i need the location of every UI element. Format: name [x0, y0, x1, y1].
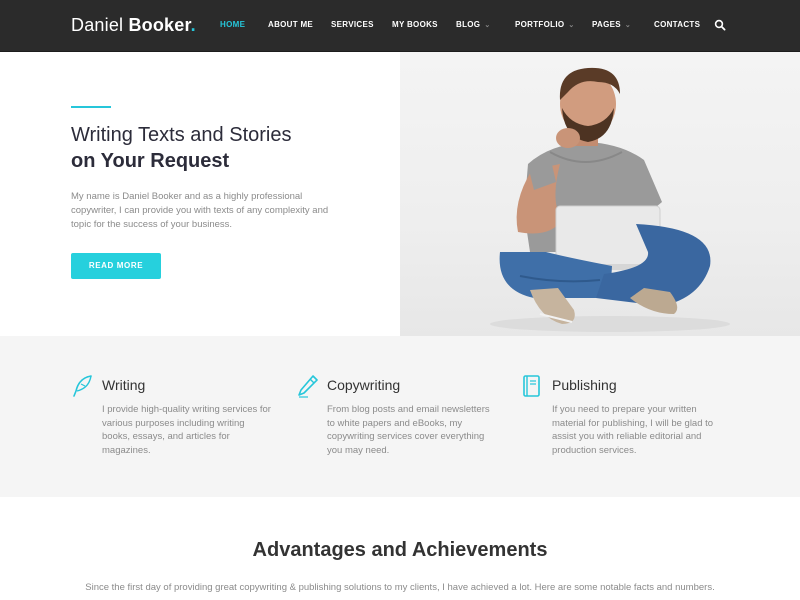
- advantages-description: Since the first day of providing great c…: [85, 582, 715, 593]
- nav-item-portfolio[interactable]: PORTFOLIO ⌄: [515, 20, 575, 29]
- nav-item-about-me[interactable]: ABOUT ME: [268, 20, 313, 29]
- site-header: Daniel Booker. HOME ABOUT ME SERVICES MY…: [0, 0, 800, 52]
- nav-item-label: ABOUT ME: [268, 20, 314, 29]
- search-icon[interactable]: [714, 19, 726, 31]
- feather-quill-icon: [73, 375, 92, 397]
- service-description: I provide high-quality writing services …: [102, 404, 271, 456]
- nav-item-services[interactable]: SERVICES: [331, 20, 374, 29]
- service-title: Copywriting: [327, 377, 401, 393]
- service-title: Publishing: [552, 377, 617, 393]
- main-nav: HOME ABOUT ME SERVICES MY BOOKS BLOG ⌄ PO…: [0, 0, 800, 52]
- nav-item-label: MY BOOKS: [392, 20, 438, 29]
- hero-description: My name is Daniel Booker and as a highly…: [71, 191, 329, 230]
- hero-title: Writing Texts and Stories on Your Reques…: [71, 122, 291, 174]
- hero-photo: [400, 52, 800, 336]
- chevron-down-icon: ⌄: [568, 22, 575, 29]
- hero-accent-line: [71, 106, 111, 108]
- nav-item-label: CONTACTS: [654, 20, 701, 29]
- nav-item-label: HOME: [220, 20, 246, 29]
- nav-item-home[interactable]: HOME: [220, 20, 245, 29]
- nav-item-blog[interactable]: BLOG ⌄: [456, 20, 490, 29]
- nav-item-label: PAGES: [592, 20, 621, 29]
- man-with-laptop-illustration: [490, 67, 730, 332]
- service-description: From blog posts and email newsletters to…: [327, 404, 490, 456]
- chevron-down-icon: ⌄: [624, 22, 632, 29]
- hero-section: Writing Texts and Stories on Your Reques…: [0, 52, 800, 336]
- read-more-button[interactable]: READ MORE: [71, 253, 161, 279]
- services-section: Writing I provide high-quality writing s…: [0, 336, 800, 497]
- nav-item-contacts[interactable]: CONTACTS: [654, 20, 700, 29]
- book-icon: [523, 375, 540, 397]
- nav-item-label: PORTFOLIO: [515, 20, 565, 29]
- service-description: If you need to prepare your written mate…: [552, 404, 714, 456]
- pen-icon: [298, 375, 318, 398]
- service-title: Writing: [102, 377, 146, 393]
- advantages-title: Advantages and Achievements: [252, 539, 548, 561]
- chevron-down-icon: ⌄: [484, 22, 491, 29]
- hero-title-line2: on Your Request: [71, 150, 230, 172]
- hero-title-line1: Writing Texts and Stories: [71, 124, 292, 146]
- nav-item-my-books[interactable]: MY BOOKS: [392, 20, 438, 29]
- nav-item-label: BLOG: [456, 20, 481, 29]
- nav-item-label: SERVICES: [331, 20, 374, 29]
- nav-item-pages[interactable]: PAGES ⌄: [592, 20, 631, 29]
